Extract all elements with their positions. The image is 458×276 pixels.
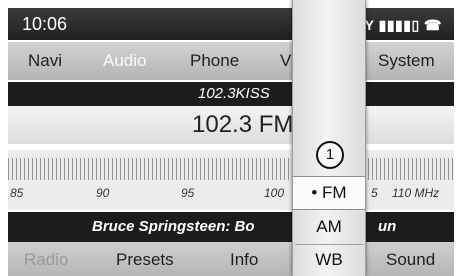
track-title-tail: un [378, 218, 397, 235]
bottom-item-sound[interactable]: Sound [386, 250, 435, 270]
scale-label-110: 110 MHz [392, 186, 440, 200]
callout-marker: 1 [316, 141, 344, 169]
menu-item-system[interactable]: System [378, 51, 435, 71]
menu-item-audio[interactable]: Audio [103, 51, 146, 71]
band-selection-menu: 1 • FM AM WB [292, 0, 366, 276]
track-title: Bruce Springsteen: Bo [92, 218, 255, 235]
band-option-wb[interactable]: WB [293, 246, 365, 274]
audio-screen: 10:06 OY ▮▮▮▮▯ ☎ Navi Audio Phone V Syst… [0, 0, 458, 276]
frequency-display: 102.3 FM [8, 106, 454, 144]
menu-item-video[interactable]: V [280, 51, 291, 71]
bottom-item-info[interactable]: Info [230, 250, 258, 270]
station-name: 102.3KISS [198, 85, 270, 102]
bottom-menu: Radio Presets Info Sound [8, 242, 454, 276]
bottom-item-presets[interactable]: Presets [116, 250, 174, 270]
scale-label-90: 90 [96, 186, 110, 200]
track-info-bar: Bruce Springsteen: Bo un [8, 212, 454, 242]
bottom-item-radio[interactable]: Radio [24, 250, 68, 270]
menu-item-phone[interactable]: Phone [190, 51, 239, 71]
clock: 10:06 [22, 14, 68, 34]
main-menu: Navi Audio Phone V System [8, 42, 454, 80]
status-bar: 10:06 OY ▮▮▮▮▯ ☎ [8, 8, 454, 40]
option-divider [295, 244, 363, 245]
menu-item-navi[interactable]: Navi [28, 51, 62, 71]
band-option-fm[interactable]: • FM [293, 176, 365, 210]
signal-phone-indicator: OY ▮▮▮▮▯ ☎ [353, 17, 442, 33]
scale-label-100: 100 [264, 186, 285, 200]
band-option-am[interactable]: AM [293, 213, 365, 241]
scale-ticks [8, 158, 454, 180]
frequency-value: 102.3 FM [192, 111, 294, 138]
frequency-scale[interactable]: 85 90 95 100 5 110 MHz [8, 150, 454, 210]
scale-label-105: 5 [371, 186, 378, 200]
station-name-bar: 102.3KISS [8, 82, 454, 106]
scale-label-95: 95 [181, 186, 195, 200]
scale-label-85: 85 [10, 186, 24, 200]
